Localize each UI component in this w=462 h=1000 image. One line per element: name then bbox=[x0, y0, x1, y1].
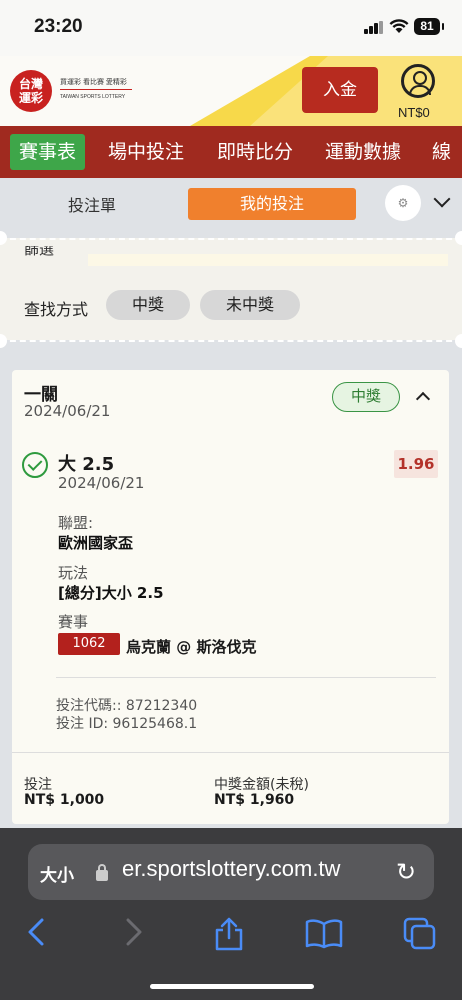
bet-tabs: 投注單 我的投注 ⚙ bbox=[0, 178, 462, 230]
event-label: 賽事 bbox=[58, 613, 89, 631]
status-badge: 中獎 bbox=[332, 382, 400, 412]
lock-icon bbox=[96, 864, 108, 881]
tab-my-bets[interactable]: 我的投注 bbox=[188, 188, 356, 220]
bet-card: 一關 2024/06/21 中獎 大 2.5 2024/06/21 1.96 聯… bbox=[12, 370, 449, 824]
clock: 23:20 bbox=[34, 16, 83, 37]
forward-icon[interactable] bbox=[122, 916, 146, 956]
chip-won[interactable]: 中獎 bbox=[106, 290, 190, 320]
back-icon[interactable] bbox=[24, 916, 48, 956]
nav-tab-live-betting[interactable]: 場中投注 bbox=[108, 134, 184, 170]
signal-icon bbox=[364, 21, 384, 34]
url-text[interactable]: er.sportslottery.com.tw bbox=[122, 856, 340, 882]
event-id-badge: 1062 bbox=[58, 633, 120, 655]
logo-tagline: 買運彩 看比賽 愛精彩 TAIWAN SPORTS LOTTERY bbox=[60, 79, 127, 100]
chevron-up-icon[interactable] bbox=[415, 391, 431, 407]
event-name: 烏克蘭 @ 斯洛伐克 bbox=[126, 638, 257, 656]
reload-icon[interactable]: ↻ bbox=[396, 858, 416, 886]
status-bar: 23:20 81 bbox=[0, 0, 462, 56]
payout-label: 中獎金額(未稅) bbox=[214, 777, 309, 793]
battery-icon: 81 bbox=[414, 18, 444, 35]
filter-label: 篩選 bbox=[24, 246, 55, 256]
league-label: 聯盟: bbox=[58, 514, 94, 532]
filter-panel: 篩選 查找方式 中獎 未中獎 bbox=[0, 231, 462, 348]
address-bar[interactable]: 大小 er.sportslottery.com.tw ↻ bbox=[28, 844, 434, 900]
share-icon[interactable] bbox=[212, 916, 246, 960]
market-value: [總分]大小 2.5 bbox=[58, 584, 164, 602]
odds-badge: 1.96 bbox=[394, 450, 438, 478]
chevron-down-icon[interactable] bbox=[433, 190, 451, 208]
nav-tab-live-scores[interactable]: 即時比分 bbox=[217, 134, 293, 170]
balance: NT$0 bbox=[398, 105, 430, 120]
main-nav: 賽事表 場中投注 即時比分 運動數據 線 bbox=[0, 126, 462, 178]
tab-bet-slip[interactable]: 投注單 bbox=[68, 192, 116, 216]
bet-id: 投注 ID: 96125468.1 bbox=[56, 716, 198, 732]
tabs-icon[interactable] bbox=[402, 916, 438, 960]
bet-date: 2024/06/21 bbox=[24, 402, 111, 420]
settings-icon[interactable]: ⚙ bbox=[385, 185, 421, 221]
logo[interactable]: 台灣 運彩 bbox=[10, 70, 52, 112]
nav-tab-stats[interactable]: 運動數據 bbox=[325, 134, 401, 170]
payout-value: NT$ 1,960 bbox=[214, 792, 295, 808]
site-header: 台灣 運彩 買運彩 看比賽 愛精彩 TAIWAN SPORTS LOTTERY … bbox=[0, 56, 462, 126]
search-method-label: 查找方式 bbox=[24, 300, 89, 319]
filter-field[interactable] bbox=[88, 254, 448, 266]
browser-toolbar: 大小 er.sportslottery.com.tw ↻ bbox=[0, 828, 462, 1000]
stake-value: NT$ 1,000 bbox=[24, 792, 105, 808]
wifi-icon bbox=[389, 18, 409, 34]
stake-label: 投注 bbox=[24, 777, 52, 793]
home-indicator bbox=[150, 984, 314, 989]
market-label: 玩法 bbox=[58, 564, 89, 582]
nav-tab-schedule[interactable]: 賽事表 bbox=[10, 134, 86, 170]
selection-date: 2024/06/21 bbox=[58, 474, 145, 492]
deposit-button[interactable]: 入金 bbox=[302, 67, 378, 113]
league-value: 歐洲國家盃 bbox=[58, 534, 134, 552]
nav-tab-more[interactable]: 線 bbox=[432, 134, 451, 170]
account-icon[interactable] bbox=[401, 64, 435, 98]
chip-not-won[interactable]: 未中獎 bbox=[200, 290, 300, 320]
check-icon bbox=[22, 452, 48, 478]
bet-code: 投注代碼:: 87212340 bbox=[56, 698, 198, 714]
selection: 大 2.5 bbox=[58, 454, 115, 475]
text-size-button[interactable]: 大小 bbox=[40, 861, 74, 886]
bookmarks-icon[interactable] bbox=[304, 916, 344, 958]
